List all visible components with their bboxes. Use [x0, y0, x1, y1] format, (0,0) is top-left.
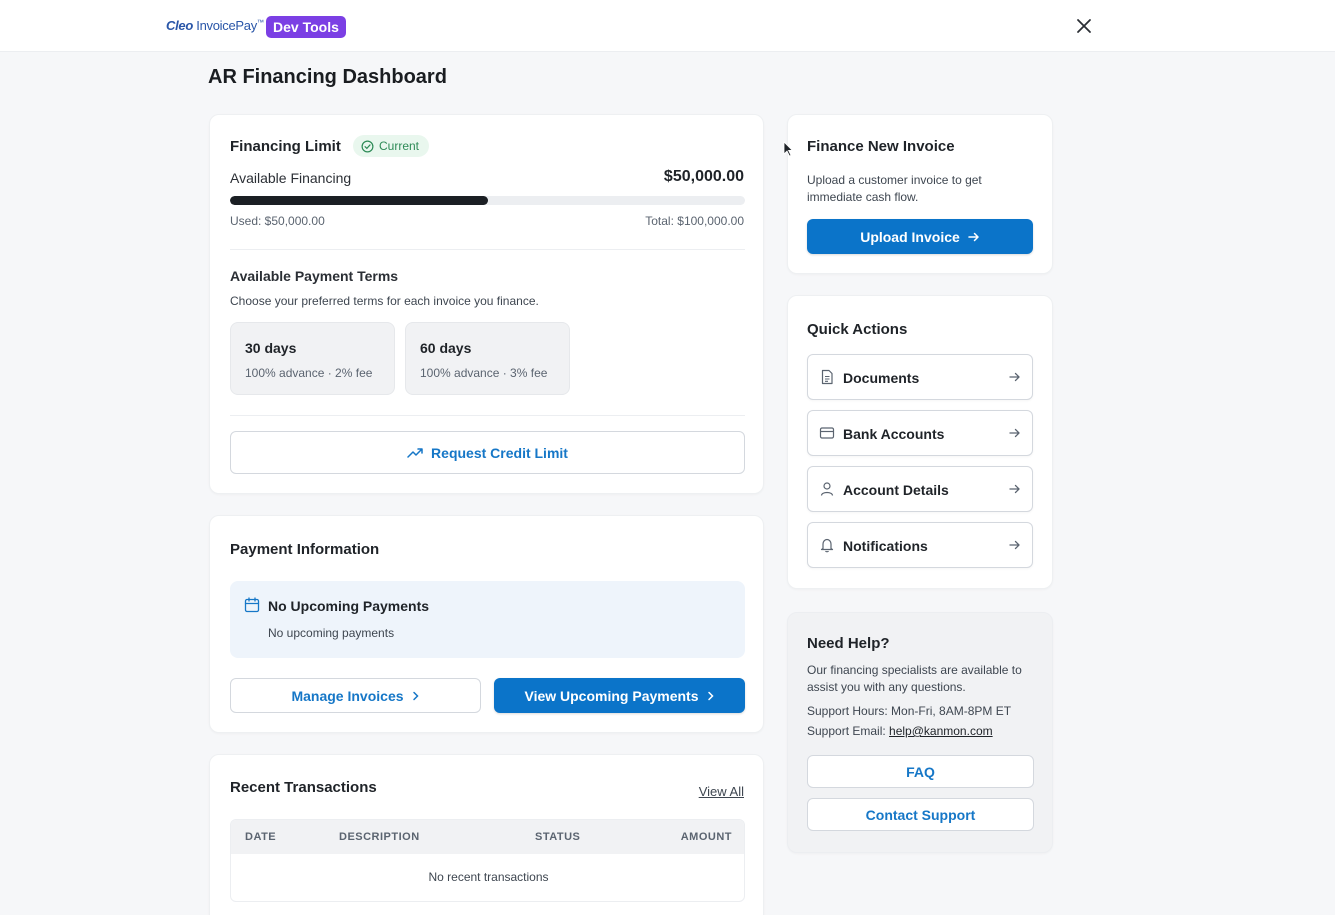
- logo-cleo: Cleo: [166, 18, 193, 33]
- upload-invoice-label: Upload Invoice: [860, 228, 960, 245]
- support-email-label: Support Email:: [807, 724, 890, 738]
- logo-product: InvoicePay: [196, 18, 257, 33]
- quick-actions-card: Quick Actions Documents Bank Accounts Ac…: [787, 295, 1053, 589]
- contact-support-button[interactable]: Contact Support: [807, 798, 1034, 831]
- support-email-link[interactable]: help@kanmon.com: [889, 724, 993, 738]
- recent-transactions-title: Recent Transactions: [230, 779, 377, 796]
- app-logo: Cleo InvoicePay™: [166, 18, 264, 33]
- finance-new-invoice-card: Finance New Invoice Upload a customer in…: [787, 114, 1053, 274]
- view-all-link[interactable]: View All: [699, 784, 744, 799]
- transactions-table: DATE DESCRIPTION STATUS AMOUNT No recent…: [230, 819, 745, 902]
- support-hours: Support Hours: Mon-Fri, 8AM-8PM ET: [807, 704, 1012, 718]
- support-email-row: Support Email: help@kanmon.com: [807, 723, 993, 740]
- need-help-card: Need Help? Our financing specialists are…: [787, 612, 1053, 853]
- arrow-right-icon: [1009, 484, 1020, 494]
- status-badge: Current: [353, 135, 430, 157]
- check-circle-icon: [361, 140, 374, 152]
- need-help-title: Need Help?: [807, 635, 890, 652]
- logo-trademark: ™: [256, 19, 264, 27]
- available-financing-label: Available Financing: [230, 170, 352, 186]
- view-upcoming-payments-button[interactable]: View Upcoming Payments: [494, 678, 745, 713]
- total-amount: Total: $100,000.00: [645, 214, 744, 228]
- bell-icon: [820, 538, 834, 553]
- trending-up-icon: [407, 447, 423, 458]
- top-bar: Cleo InvoicePay™ Dev Tools: [0, 0, 1335, 52]
- credit-card-icon: [819, 427, 835, 439]
- upcoming-payments-title: No Upcoming Payments: [268, 598, 430, 614]
- quick-action-label: Documents: [843, 370, 920, 386]
- payment-information-title: Payment Information: [230, 541, 380, 558]
- arrow-right-icon: [1009, 372, 1020, 382]
- divider: [230, 249, 745, 250]
- term-option-60-days[interactable]: 60 days 100% advance · 3% fee: [405, 322, 570, 395]
- manage-invoices-label: Manage Invoices: [291, 687, 404, 704]
- financing-progress-fill: [230, 196, 488, 205]
- page-title: AR Financing Dashboard: [208, 66, 447, 88]
- dev-tools-button[interactable]: Dev Tools: [266, 16, 346, 38]
- term-option-30-days[interactable]: 30 days 100% advance · 2% fee: [230, 322, 395, 395]
- user-icon: [820, 482, 834, 496]
- request-credit-limit-label: Request Credit Limit: [431, 444, 568, 461]
- contact-support-label: Contact Support: [865, 806, 976, 823]
- faq-label: FAQ: [906, 763, 935, 780]
- used-amount: Used: $50,000.00: [230, 214, 325, 228]
- view-upcoming-payments-label: View Upcoming Payments: [524, 687, 699, 704]
- column-header-date: DATE: [245, 831, 277, 843]
- quick-action-bank-accounts[interactable]: Bank Accounts: [807, 410, 1033, 456]
- need-help-text: Our financing specialists are available …: [807, 663, 1022, 694]
- arrow-right-icon: [1009, 428, 1020, 438]
- quick-action-label: Bank Accounts: [843, 426, 945, 442]
- upcoming-payments-box: No Upcoming Payments No upcoming payment…: [230, 581, 745, 658]
- quick-action-label: Notifications: [843, 538, 928, 554]
- table-header: DATE DESCRIPTION STATUS AMOUNT: [231, 820, 744, 854]
- financing-progress-bar: [230, 196, 745, 205]
- request-credit-limit-button[interactable]: Request Credit Limit: [230, 431, 745, 474]
- close-icon[interactable]: [1074, 16, 1094, 36]
- mouse-cursor-icon: [783, 141, 793, 157]
- arrow-right-icon: [1009, 540, 1020, 550]
- chevron-right-icon: [412, 691, 419, 700]
- term-description: 100% advance · 3% fee: [420, 366, 548, 380]
- column-header-description: DESCRIPTION: [339, 831, 420, 843]
- column-header-amount: AMOUNT: [680, 831, 732, 843]
- chevron-right-icon: [707, 691, 714, 700]
- empty-state-text: No recent transactions: [428, 870, 549, 884]
- payment-terms-title: Available Payment Terms: [230, 268, 399, 284]
- arrow-right-icon: [968, 232, 979, 241]
- column-header-status: STATUS: [535, 831, 581, 843]
- quick-action-documents[interactable]: Documents: [807, 354, 1033, 400]
- calendar-icon: [244, 597, 260, 613]
- financing-limit-card: Financing Limit Current Available Financ…: [209, 114, 764, 494]
- term-name: 30 days: [245, 340, 297, 356]
- quick-action-account-details[interactable]: Account Details: [807, 466, 1033, 512]
- upload-invoice-button[interactable]: Upload Invoice: [807, 219, 1033, 254]
- quick-action-label: Account Details: [843, 482, 949, 498]
- faq-button[interactable]: FAQ: [807, 755, 1034, 788]
- financing-limit-title: Financing Limit: [230, 138, 341, 155]
- manage-invoices-button[interactable]: Manage Invoices: [230, 678, 481, 713]
- quick-action-notifications[interactable]: Notifications: [807, 522, 1033, 568]
- term-name: 60 days: [420, 340, 472, 356]
- finance-new-invoice-title: Finance New Invoice: [807, 138, 955, 155]
- status-badge-label: Current: [379, 139, 420, 153]
- finance-new-invoice-text: Upload a customer invoice to get immedia…: [807, 173, 982, 204]
- term-description: 100% advance · 2% fee: [245, 366, 373, 380]
- payment-information-card: Payment Information No Upcoming Payments…: [209, 515, 764, 733]
- recent-transactions-card: Recent Transactions View All DATE DESCRI…: [209, 754, 764, 915]
- payment-terms-subtitle: Choose your preferred terms for each inv…: [230, 294, 539, 308]
- available-financing-value: $50,000.00: [663, 168, 744, 185]
- quick-actions-title: Quick Actions: [807, 321, 908, 338]
- document-icon: [821, 369, 833, 385]
- upcoming-payments-text: No upcoming payments: [268, 626, 395, 640]
- divider: [230, 415, 745, 416]
